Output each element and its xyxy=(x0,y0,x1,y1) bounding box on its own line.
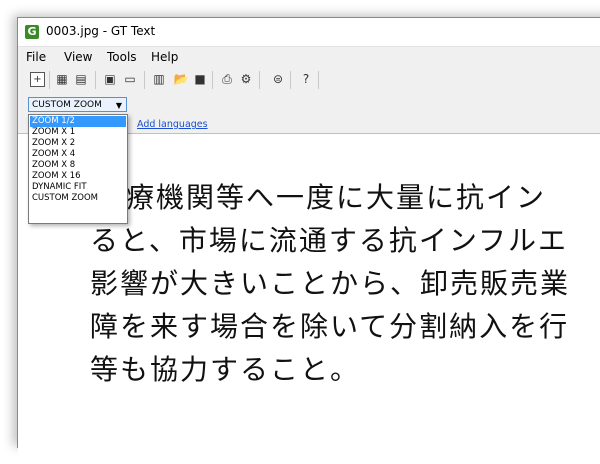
doc-line: 等も協力すること。 xyxy=(90,353,361,386)
text-icon[interactable]: ▦ xyxy=(54,71,70,87)
zoom-in-icon[interactable]: + xyxy=(30,72,45,87)
menu-view[interactable]: View xyxy=(64,50,92,64)
menu-help[interactable]: Help xyxy=(151,50,178,64)
window-title: 0003.jpg - GT Text xyxy=(46,24,156,38)
document-icon[interactable]: ▤ xyxy=(73,71,89,87)
add-languages-link[interactable]: Add languages xyxy=(137,119,208,130)
zoom-dropdown-list: ZOOM 1/2 ZOOM X 1 ZOOM X 2 ZOOM X 4 ZOOM… xyxy=(28,114,128,224)
title-bar: G 0003.jpg - GT Text xyxy=(18,18,600,47)
zoom-option[interactable]: ZOOM X 16 xyxy=(30,171,126,182)
zoom-option[interactable]: ZOOM X 4 xyxy=(30,149,126,160)
toolbar: + ▦ ▤ ▣ ▭ ▥ 📂 ■ ⎙ ⚙ ⊜ ? xyxy=(18,68,600,92)
zoom-option[interactable]: DYNAMIC FIT xyxy=(30,182,126,193)
zoom-select-value: CUSTOM ZOOM xyxy=(32,100,102,110)
chevron-down-icon: ▼ xyxy=(115,101,122,110)
zoom-option[interactable]: ZOOM X 1 xyxy=(30,127,126,138)
open-folder-icon[interactable]: 📂 xyxy=(173,71,189,87)
zoom-option[interactable]: ZOOM 1/2 xyxy=(30,116,126,127)
doc-line: 障を来す場合を除いて分割納入を行 xyxy=(90,310,570,343)
zoom-option[interactable]: CUSTOM ZOOM xyxy=(30,193,126,204)
app-logo-icon: G xyxy=(25,25,39,39)
menu-tools[interactable]: Tools xyxy=(107,50,137,64)
print-icon[interactable]: ⎙ xyxy=(219,71,235,87)
settings-icon[interactable]: ⚙ xyxy=(238,71,254,87)
app-window: G 0003.jpg - GT Text File View Tools Hel… xyxy=(17,17,600,464)
rectangle-icon[interactable]: ▭ xyxy=(122,71,138,87)
doc-line: ると、市場に流通する抗インフルエ xyxy=(90,224,569,257)
menu-file[interactable]: File xyxy=(26,50,46,64)
menu-bar: File View Tools Help xyxy=(18,47,600,67)
page-icon[interactable]: ▣ xyxy=(102,71,118,87)
doc-line: 医療機関等へ一度に大量に抗イン xyxy=(96,181,547,214)
doc-line: 影響が大きいことから、卸売販売業 xyxy=(90,267,571,300)
globe-icon[interactable]: ⊜ xyxy=(270,71,286,87)
paste-icon[interactable]: ▥ xyxy=(151,71,167,87)
help-icon[interactable]: ? xyxy=(298,71,314,87)
zoom-option[interactable]: ZOOM X 8 xyxy=(30,160,126,171)
save-icon[interactable]: ■ xyxy=(192,71,208,87)
zoom-select[interactable]: CUSTOM ZOOM ▼ xyxy=(28,97,127,112)
zoom-option[interactable]: ZOOM X 2 xyxy=(30,138,126,149)
